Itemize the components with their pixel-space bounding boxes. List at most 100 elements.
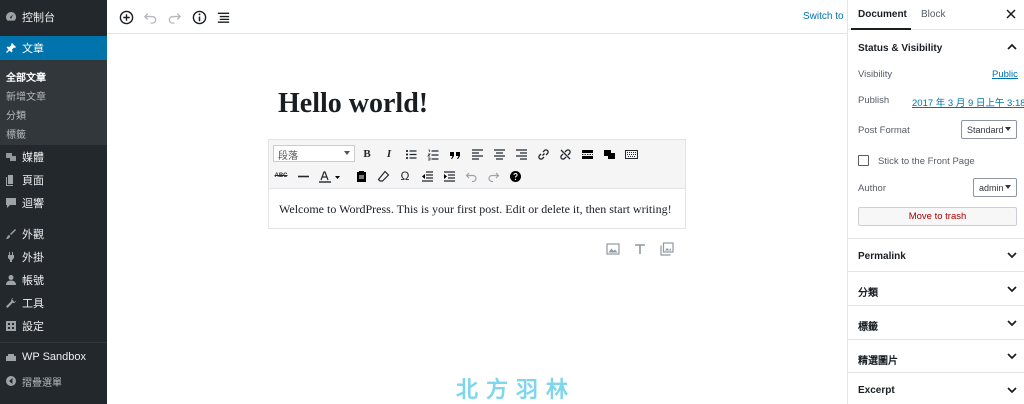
menu-item-comments[interactable]: 迴響 [0,192,107,214]
bold-button[interactable]: B [359,146,375,162]
insert-gallery-button[interactable] [660,242,674,256]
brush-icon [0,228,22,240]
text-color-button[interactable] [317,168,343,184]
chevron-down-icon[interactable] [1006,249,1018,261]
author-select[interactable]: admin [973,178,1017,197]
align-right-button[interactable] [513,146,529,162]
settings-sidebar: Document Block Status & Visibility Visib… [847,0,1024,404]
insert-text-button[interactable] [633,242,647,256]
align-left-icon [471,148,483,160]
menu-item-wp-sandbox[interactable]: WP Sandbox [0,346,107,368]
submenu-add-new[interactable]: 新增文章 [6,88,46,103]
panel-divider [848,305,1024,306]
special-character-button[interactable]: Ω [397,168,413,184]
paste-as-text-button[interactable] [353,168,369,184]
sticky-checkbox[interactable] [858,155,869,166]
post-format-label: Post Format [858,125,910,136]
page-icon [0,174,22,186]
tab-document[interactable]: Document [858,9,907,20]
submenu-all-posts[interactable]: 全部文章 [6,69,46,84]
undo-button[interactable] [141,8,159,26]
post-format-value: Standard [967,125,1004,135]
format-select-value: 段落 [278,151,298,162]
horizontal-line-button[interactable] [295,168,311,184]
pin-icon [0,42,22,54]
strikethrough-icon: ABC [274,173,288,179]
classic-block-content[interactable]: Welcome to WordPress. This is your first… [279,202,672,217]
post-format-select[interactable]: Standard [961,120,1017,139]
bold-icon: B [363,148,371,160]
menu-item-settings[interactable]: 設定 [0,315,107,337]
post-title[interactable]: Hello world! [278,88,428,120]
panel-categories-title[interactable]: 分類 [858,284,878,299]
publish-date-toggle[interactable]: 2017 年 3 月 9 日上午 3:18 [912,95,1024,109]
strikethrough-button[interactable]: ABC [273,168,289,184]
admin-sidebar: 控制台 文章 全部文章 新增文章 分類 標籤 媒體 頁面 迴響 外觀 外掛 帳號… [0,0,107,404]
menu-item-users[interactable]: 帳號 [0,269,107,291]
user-icon [0,274,22,286]
numbered-list-button[interactable] [425,146,441,162]
chevron-down-icon [344,151,350,155]
insert-link-button[interactable] [535,146,551,162]
horizontal-line-icon [297,175,309,177]
media-icon [0,151,22,163]
collapse-menu-button[interactable]: 摺疊選單 [0,370,107,392]
content-info-button[interactable] [190,8,208,26]
menu-item-media[interactable]: 媒體 [0,146,107,168]
menu-item-appearance[interactable]: 外觀 [0,223,107,245]
panel-tags-title[interactable]: 標籤 [858,318,878,333]
menu-label: 摺疊選單 [22,377,62,389]
help-button[interactable] [507,168,523,184]
menu-label: 頁面 [22,175,44,187]
read-more-button[interactable] [579,146,595,162]
remove-link-button[interactable] [557,146,573,162]
bulleted-list-button[interactable] [403,146,419,162]
close-icon[interactable] [1005,8,1017,20]
switch-to-draft-button[interactable]: Switch to D [803,11,854,22]
chevron-down-icon[interactable] [1006,350,1018,362]
help-icon [509,170,521,182]
menu-item-pages[interactable]: 頁面 [0,169,107,191]
submenu-tags[interactable]: 標籤 [6,126,26,141]
menu-item-posts[interactable]: 文章 [0,36,107,60]
clear-formatting-button[interactable] [375,168,391,184]
decrease-indent-button[interactable] [419,168,435,184]
chevron-down-icon[interactable] [1006,384,1018,396]
panel-permalink-title[interactable]: Permalink [858,251,906,262]
chevron-down-icon[interactable] [1006,283,1018,295]
menu-item-tools[interactable]: 工具 [0,292,107,314]
move-to-trash-button[interactable]: Move to trash [858,207,1017,226]
omega-icon: Ω [400,169,410,183]
blockquote-button[interactable] [447,146,463,162]
read-more-icon [581,149,593,159]
visibility-toggle[interactable]: Public [992,69,1018,80]
toolbar-toggle-button[interactable] [601,146,617,162]
align-center-button[interactable] [491,146,507,162]
chevron-up-icon[interactable] [1006,41,1018,53]
classic-undo-button[interactable] [463,168,479,184]
increase-indent-button[interactable] [441,168,457,184]
add-block-button[interactable] [117,8,135,26]
unlink-icon [559,148,571,160]
watermark-text: 北方羽林 [456,377,577,402]
panel-featured-image-title[interactable]: 精選圖片 [858,352,898,367]
submenu-categories[interactable]: 分類 [6,107,26,122]
paragraph-format-select[interactable]: 段落 [273,145,355,162]
redo-button[interactable] [165,8,183,26]
classic-redo-button[interactable] [485,168,501,184]
menu-label: 帳號 [22,275,44,287]
tab-block[interactable]: Block [921,9,945,20]
keyboard-shortcuts-button[interactable] [623,146,639,162]
menu-item-plugins[interactable]: 外掛 [0,246,107,268]
italic-button[interactable]: I [381,146,397,162]
align-left-button[interactable] [469,146,485,162]
chevron-down-icon[interactable] [1006,317,1018,329]
insert-image-button[interactable] [606,242,620,256]
panel-excerpt-title[interactable]: Excerpt [858,385,895,396]
panel-status-visibility-title[interactable]: Status & Visibility [858,43,942,54]
block-navigation-button[interactable] [214,8,232,26]
menu-item-dashboard[interactable]: 控制台 [0,6,107,28]
keyboard-icon [624,149,638,159]
indent-icon [443,170,455,182]
classic-editor-block[interactable]: 段落 B I ABC Ω Welcome to WordPress. This … [268,139,686,229]
